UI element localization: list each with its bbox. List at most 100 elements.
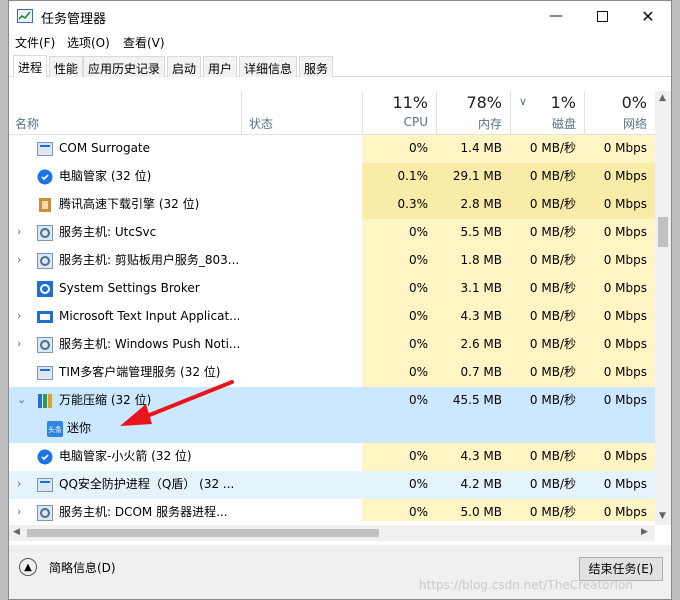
tab-users[interactable]: 用户 — [203, 56, 238, 77]
fewer-details-toggle[interactable]: ▲ 简略信息(D) — [19, 558, 116, 576]
network-value: 0 Mbps — [584, 219, 655, 247]
process-row[interactable]: › Microsoft Text Input Applicat... 0% 4.3 M… — [9, 303, 655, 331]
gear-icon — [37, 225, 53, 241]
process-child-row[interactable]: 头条 迷你 — [9, 415, 655, 443]
disk-value: 0 MB/秒 — [510, 135, 584, 163]
disk-value: 0 MB/秒 — [510, 163, 584, 191]
maximize-button[interactable] — [579, 1, 625, 31]
menu-bar: 文件(F) 选项(O) 查看(V) — [9, 31, 671, 51]
process-row[interactable]: ⌄ 万能压缩 (32 位) 0% 45.5 MB 0 MB/秒 0 Mbps — [9, 387, 655, 415]
memory-value: 2.8 MB — [436, 191, 510, 219]
cpu-value: 0% — [362, 303, 436, 331]
tab-startup[interactable]: 启动 — [167, 56, 202, 77]
cpu-percent: 11% — [392, 93, 428, 112]
expand-chevron-icon[interactable]: › — [17, 303, 21, 329]
gear-icon — [37, 505, 53, 521]
close-icon: ✕ — [641, 6, 655, 26]
process-row[interactable]: 腾讯高速下载引擎 (32 位) 0.3% 2.8 MB 0 MB/秒 0 Mbps — [9, 191, 655, 219]
network-percent: 0% — [621, 93, 647, 112]
disk-value: 0 MB/秒 — [510, 275, 584, 303]
svg-text:头条: 头条 — [48, 425, 62, 434]
process-row[interactable]: System Settings Broker 0% 3.1 MB 0 MB/秒 0 Mb… — [9, 275, 655, 303]
memory-value: 4.3 MB — [436, 303, 510, 331]
horizontal-scrollbar[interactable]: ◀ ▶ — [9, 525, 655, 541]
process-row[interactable]: › 服务主机: Windows Push Noti... 0% 2.6 MB 0 MB/… — [9, 331, 655, 359]
header-disk[interactable]: 1% 磁盘 — [510, 91, 584, 135]
process-row[interactable]: 电脑管家 (32 位) 0.1% 29.1 MB 0 MB/秒 0 Mbps — [9, 163, 655, 191]
minimize-button[interactable]: — — [533, 1, 579, 31]
shield-icon — [37, 449, 53, 465]
process-row[interactable]: › 服务主机: DCOM 服务器进程... 0% 5.0 MB 0 MB/秒 0 Mbps — [9, 499, 655, 521]
header-name[interactable]: 名称 — [15, 115, 39, 132]
tab-app-history[interactable]: 应用历史记录 — [83, 56, 166, 77]
process-row[interactable]: › QQ安全防护进程（Q盾） (32 ... 0% 4.2 MB 0 MB/秒 0 Mbp… — [9, 471, 655, 499]
disk-value: 0 MB/秒 — [510, 499, 584, 521]
window-title: 任务管理器 — [41, 12, 107, 27]
process-row[interactable]: TIM多客户端管理服务 (32 位) 0% 0.7 MB 0 MB/秒 0 Mbps — [9, 359, 655, 387]
network-value: 0 Mbps — [584, 331, 655, 359]
tab-services[interactable]: 服务 — [299, 56, 334, 77]
header-network[interactable]: 0% 网络 — [584, 91, 655, 135]
cpu-value: 0.1% — [362, 163, 436, 191]
cpu-value: 0% — [362, 331, 436, 359]
scroll-left-icon[interactable]: ◀ — [13, 527, 20, 537]
process-name: TIM多客户端管理服务 (32 位) — [59, 365, 221, 379]
menu-file[interactable]: 文件(F) — [15, 34, 55, 51]
expand-chevron-icon[interactable]: › — [17, 471, 21, 497]
network-label: 网络 — [622, 117, 647, 131]
menu-view[interactable]: 查看(V) — [123, 34, 165, 51]
tab-details[interactable]: 详细信息 — [239, 56, 298, 77]
expand-chevron-icon[interactable]: › — [17, 219, 21, 245]
expand-chevron-icon[interactable]: › — [17, 331, 21, 357]
network-value: 0 Mbps — [584, 135, 655, 163]
cpu-value: 0% — [362, 499, 436, 521]
horizontal-scroll-thumb[interactable] — [27, 529, 379, 537]
cpu-value: 0% — [362, 135, 436, 163]
disk-value: 0 MB/秒 — [510, 331, 584, 359]
expand-chevron-icon[interactable]: ⌄ — [17, 387, 26, 413]
expand-chevron-icon[interactable]: › — [17, 499, 21, 521]
menu-options[interactable]: 选项(O) — [67, 34, 110, 51]
mini-icon: 头条 — [47, 421, 63, 437]
cpu-value: 0% — [362, 247, 436, 275]
disk-percent: 1% — [550, 93, 576, 112]
memory-value: 5.5 MB — [436, 219, 510, 247]
process-name: 服务主机: Windows Push Noti... — [59, 337, 239, 351]
header-status[interactable]: 状态 — [249, 115, 273, 132]
memory-value: 1.4 MB — [436, 135, 510, 163]
process-row[interactable]: 电脑管家-小火箭 (32 位) 0% 4.3 MB 0 MB/秒 0 Mbps — [9, 443, 655, 471]
disk-label: 磁盘 — [551, 117, 576, 131]
memory-value: 45.5 MB — [452, 393, 502, 407]
scroll-down-icon[interactable]: ▼ — [659, 511, 666, 521]
scroll-right-icon[interactable]: ▶ — [641, 527, 648, 537]
footer-bar: ▲ 简略信息(D) https://blog.csdn.net/TheCreat… — [9, 545, 671, 599]
vertical-scrollbar[interactable]: ▲ ▼ — [655, 91, 671, 525]
column-header: 名称 状态 11% CPU 78% 内存 ∨ 1% 磁盘 0% 网络 — [9, 91, 655, 135]
process-row[interactable]: COM Surrogate 0% 1.4 MB 0 MB/秒 0 Mbps — [9, 135, 655, 163]
memory-value: 1.8 MB — [436, 247, 510, 275]
tab-processes[interactable]: 进程 — [13, 55, 48, 77]
network-value: 0 Mbps — [584, 303, 655, 331]
memory-label: 内存 — [477, 117, 502, 131]
app-icon — [37, 477, 53, 493]
process-row[interactable]: › 服务主机: 剪贴板用户服务_803... 0% 1.8 MB 0 MB/秒 0 Mbp… — [9, 247, 655, 275]
process-name: 服务主机: DCOM 服务器进程... — [59, 505, 228, 519]
vertical-scroll-thumb[interactable] — [658, 217, 668, 247]
end-task-button[interactable]: 结束任务(E) — [579, 557, 663, 581]
disk-value: 0 MB/秒 — [510, 303, 584, 331]
process-name: 服务主机: UtcSvc — [59, 225, 157, 239]
header-cpu[interactable]: 11% CPU — [362, 91, 436, 135]
tab-performance[interactable]: 性能 — [49, 56, 84, 77]
network-value: 0 Mbps — [584, 443, 655, 471]
process-name: 迷你 — [67, 421, 92, 435]
process-row[interactable]: › 服务主机: UtcSvc 0% 5.5 MB 0 MB/秒 0 Mbps — [9, 219, 655, 247]
header-memory[interactable]: 78% 内存 — [436, 91, 510, 135]
title-bar[interactable]: 任务管理器 — ✕ — [9, 1, 671, 31]
process-name: 电脑管家 (32 位) — [59, 169, 152, 183]
header-divider[interactable] — [241, 91, 242, 135]
scroll-up-icon[interactable]: ▲ — [659, 93, 666, 103]
close-button[interactable]: ✕ — [625, 1, 671, 31]
task-manager-window: 任务管理器 — ✕ 文件(F) 选项(O) 查看(V) 进程 性能 应用历史记录… — [8, 0, 672, 600]
disk-value: 0 MB/秒 — [510, 443, 584, 471]
expand-chevron-icon[interactable]: › — [17, 247, 21, 273]
